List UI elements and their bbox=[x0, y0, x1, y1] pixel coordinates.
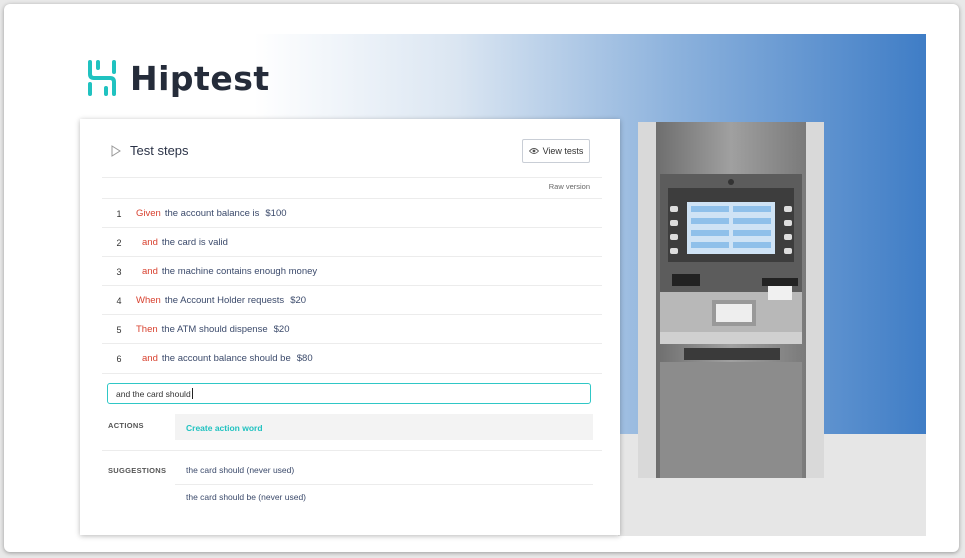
play-icon bbox=[111, 144, 121, 157]
step-row-3[interactable]: 3 and the machine contains enough money bbox=[102, 256, 602, 286]
view-tests-button[interactable]: View tests bbox=[522, 139, 590, 163]
step-keyword: and bbox=[142, 237, 158, 248]
step-keyword: and bbox=[142, 353, 158, 364]
step-text: the Account Holder requests bbox=[164, 295, 285, 306]
step-row-1[interactable]: 1 Given the account balance is $100 bbox=[102, 198, 602, 228]
step-keyword: Then bbox=[136, 324, 158, 335]
step-value: $80 bbox=[296, 353, 313, 364]
step-number: 5 bbox=[116, 324, 122, 335]
step-text: the account balance is bbox=[164, 208, 260, 219]
step-input[interactable]: and the card should bbox=[107, 383, 591, 404]
view-tests-label: View tests bbox=[542, 146, 584, 156]
step-text: the account balance should be bbox=[161, 353, 291, 364]
step-value: $20 bbox=[290, 295, 307, 306]
text-cursor bbox=[191, 388, 193, 399]
divider bbox=[102, 373, 602, 374]
step-text: the ATM should dispense bbox=[161, 324, 268, 335]
step-text: the card is valid bbox=[161, 237, 228, 248]
step-number: 4 bbox=[116, 295, 122, 306]
step-number: 2 bbox=[116, 237, 122, 248]
step-input-value: and the card should bbox=[116, 388, 191, 399]
step-row-2[interactable]: 2 and the card is valid bbox=[102, 227, 602, 257]
step-keyword: and bbox=[142, 266, 158, 277]
panel-header: Test steps bbox=[110, 143, 189, 158]
step-row-4[interactable]: 4 When the Account Holder requests $20 bbox=[102, 285, 602, 315]
step-value: $20 bbox=[273, 324, 290, 335]
divider bbox=[102, 450, 602, 451]
panel-title: Test steps bbox=[130, 143, 189, 158]
step-keyword: Given bbox=[136, 208, 161, 219]
step-number: 3 bbox=[116, 266, 122, 277]
step-number: 1 bbox=[116, 208, 122, 219]
step-keyword: When bbox=[136, 295, 161, 306]
step-value: $100 bbox=[265, 208, 287, 219]
test-steps-panel: Test steps View tests Raw version 1 Give… bbox=[80, 119, 620, 535]
hiptest-logo: Hiptest bbox=[84, 58, 270, 98]
atm-illustration bbox=[638, 122, 824, 478]
screenshot-frame: Hiptest Test steps View tests Raw versio… bbox=[4, 4, 959, 552]
step-text: the machine contains enough money bbox=[161, 266, 318, 277]
suggestion-item[interactable]: the card should (never used) bbox=[186, 465, 294, 475]
suggestions-label: SUGGESTIONS bbox=[108, 466, 167, 475]
step-row-5[interactable]: 5 Then the ATM should dispense $20 bbox=[102, 314, 602, 344]
hiptest-logo-icon bbox=[88, 60, 116, 96]
actions-label: ACTIONS bbox=[108, 421, 144, 430]
raw-version-link[interactable]: Raw version bbox=[549, 182, 590, 191]
eye-icon bbox=[528, 148, 539, 154]
divider bbox=[102, 177, 602, 178]
create-action-word-link[interactable]: Create action word bbox=[186, 423, 263, 433]
suggestion-item[interactable]: the card should be (never used) bbox=[186, 492, 306, 502]
step-number: 6 bbox=[116, 353, 122, 364]
step-row-6[interactable]: 6 and the account balance should be $80 bbox=[102, 343, 602, 373]
logo-wordmark: Hiptest bbox=[130, 58, 270, 98]
divider bbox=[175, 484, 593, 485]
